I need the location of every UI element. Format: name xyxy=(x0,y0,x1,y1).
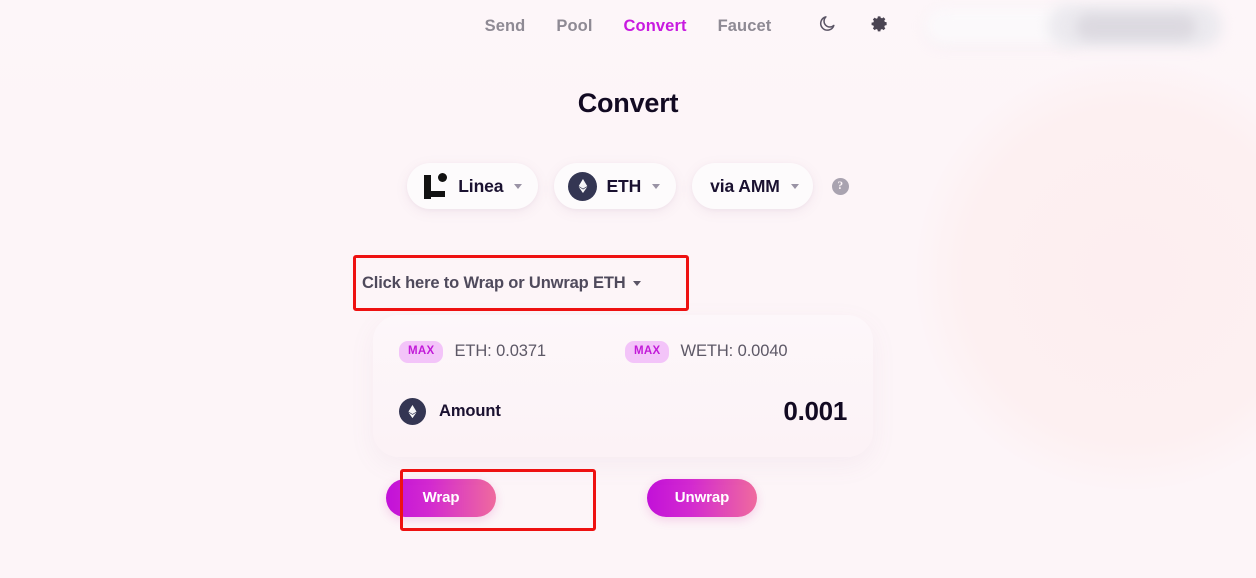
weth-balance-text: WETH: 0.0040 xyxy=(680,342,788,361)
nav-item-send[interactable]: Send xyxy=(485,18,526,35)
chevron-down-icon xyxy=(790,183,799,189)
help-icon[interactable]: ? xyxy=(831,177,849,195)
page-title: Convert xyxy=(577,88,679,118)
top-navigation-bar: Send Pool Convert Faucet xyxy=(0,0,1256,52)
token-selector-label: ETH xyxy=(606,175,642,196)
dark-mode-toggle[interactable] xyxy=(810,9,844,43)
chevron-down-icon xyxy=(514,183,523,189)
background-blob-right xyxy=(916,60,1256,490)
eth-balance-text: ETH: 0.0371 xyxy=(454,342,547,361)
eth-balance-item: MAX ETH: 0.0371 xyxy=(399,341,546,363)
weth-balance-item: MAX WETH: 0.0040 xyxy=(625,341,788,363)
wallet-widgets-redacted[interactable] xyxy=(926,4,1222,48)
amount-label-group: Amount xyxy=(399,397,501,425)
settings-button[interactable] xyxy=(862,9,896,43)
nav-item-convert[interactable]: Convert xyxy=(624,18,687,35)
amount-row: Amount 0.001 xyxy=(399,396,847,427)
convert-stage: Click here to Wrap or Unwrap ETH MAX ETH… xyxy=(348,255,908,531)
ethereum-icon xyxy=(568,171,598,201)
selector-row: Linea ETH via AMM ? xyxy=(0,163,1256,209)
wrap-button[interactable]: Wrap xyxy=(386,478,496,517)
topbar-right-group xyxy=(810,0,1256,52)
chain-selector[interactable]: Linea xyxy=(407,163,539,209)
chevron-down-icon xyxy=(652,183,661,189)
chevron-down-icon xyxy=(632,280,641,286)
amount-input-value[interactable]: 0.001 xyxy=(783,396,847,427)
chain-selector-label: Linea xyxy=(458,175,504,196)
balance-row: MAX ETH: 0.0371 MAX WETH: 0.0040 xyxy=(399,341,847,363)
gear-icon xyxy=(870,14,889,38)
wrap-unwrap-dropdown[interactable]: Click here to Wrap or Unwrap ETH xyxy=(348,259,684,307)
token-selector[interactable]: ETH xyxy=(554,163,677,209)
unwrap-button[interactable]: Unwrap xyxy=(647,478,757,517)
nav-item-faucet[interactable]: Faucet xyxy=(718,18,772,35)
wrap-unwrap-dropdown-label: Click here to Wrap or Unwrap ETH xyxy=(362,273,626,292)
route-selector[interactable]: via AMM xyxy=(692,163,813,209)
wallet-address-inner xyxy=(1076,14,1196,40)
max-button-weth[interactable]: MAX xyxy=(625,341,670,363)
ethereum-icon xyxy=(399,397,426,425)
route-selector-label: via AMM xyxy=(710,175,780,196)
nav-item-pool[interactable]: Pool xyxy=(556,18,592,35)
moon-icon xyxy=(818,14,837,38)
max-button-eth[interactable]: MAX xyxy=(399,341,444,363)
linea-logo-icon xyxy=(421,172,449,200)
amount-label: Amount xyxy=(439,401,501,420)
convert-panel: MAX ETH: 0.0371 MAX WETH: 0.0040 Amount … xyxy=(373,315,873,457)
action-buttons-row: Wrap Unwrap xyxy=(348,478,908,517)
